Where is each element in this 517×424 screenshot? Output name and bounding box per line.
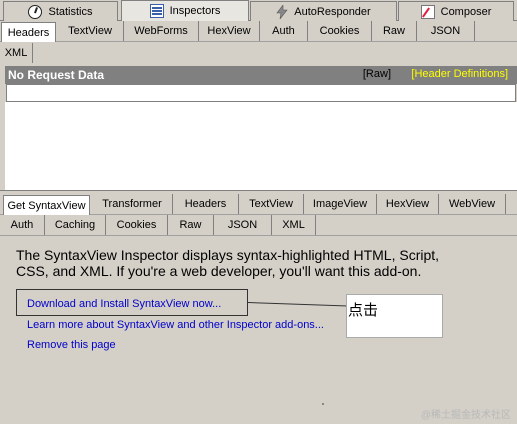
request-tab-cookies[interactable]: Cookies <box>308 21 372 41</box>
tab-composer[interactable]: Composer <box>398 1 514 21</box>
tab-autoresponder-label: AutoResponder <box>294 5 371 18</box>
response-tab-row: Get SyntaxView Transformer Headers TextV… <box>0 194 517 215</box>
stray-dot <box>322 403 324 405</box>
raw-link-label: Raw <box>365 68 388 80</box>
request-tab-headers[interactable]: Headers <box>1 22 56 42</box>
response-tab-hexview[interactable]: HexView <box>377 194 439 214</box>
request-line-field[interactable] <box>6 84 516 102</box>
response-tab-imageview[interactable]: ImageView <box>304 194 377 214</box>
stopwatch-icon <box>28 4 43 19</box>
header-definitions-link[interactable]: [Header Definitions] <box>411 68 508 80</box>
tab-composer-label: Composer <box>440 5 492 18</box>
tab-autoresponder[interactable]: AutoResponder <box>250 1 397 21</box>
request-tab-hexview[interactable]: HexView <box>199 21 260 41</box>
request-headers-area[interactable] <box>5 102 517 190</box>
response-tab-row-2: Auth Caching Cookies Raw JSON XML <box>0 215 517 236</box>
response-tab-raw[interactable]: Raw <box>168 215 214 235</box>
request-tab-webforms[interactable]: WebForms <box>124 21 199 41</box>
response-tab-webview[interactable]: WebView <box>439 194 506 214</box>
remove-page-link[interactable]: Remove this page <box>27 339 116 351</box>
response-tab-json[interactable]: JSON <box>214 215 272 235</box>
watermark: @稀土掘金技术社区 <box>420 410 511 421</box>
response-tab-get-syntaxview[interactable]: Get SyntaxView <box>3 195 90 215</box>
response-tab-caching[interactable]: Caching <box>45 215 106 235</box>
response-tab-auth[interactable]: Auth <box>0 215 45 235</box>
tab-inspectors[interactable]: Inspectors <box>121 0 249 21</box>
raw-link[interactable]: [Raw] <box>363 68 391 80</box>
request-tab-xml[interactable]: XML <box>0 43 33 63</box>
tab-statistics-label: Statistics <box>48 5 93 18</box>
request-tab-auth[interactable]: Auth <box>260 21 308 41</box>
download-syntaxview-link[interactable]: Download and Install SyntaxView now... <box>27 298 221 310</box>
composer-icon <box>420 4 435 19</box>
main-tab-bar: Statistics Inspectors AutoResponder Comp… <box>0 0 517 21</box>
response-tab-xml[interactable]: XML <box>272 215 316 235</box>
response-tab-transformer[interactable]: Transformer <box>92 194 173 214</box>
response-tab-cookies[interactable]: Cookies <box>106 215 168 235</box>
response-tab-headers[interactable]: Headers <box>173 194 239 214</box>
tab-inspectors-label: Inspectors <box>169 5 221 17</box>
syntaxview-description: The SyntaxView Inspector displays syntax… <box>16 247 440 279</box>
inspector-icon <box>149 4 164 18</box>
tab-statistics[interactable]: Statistics <box>3 1 118 21</box>
request-tab-textview[interactable]: TextView <box>57 21 124 41</box>
lightning-icon <box>276 4 288 19</box>
request-tab-raw[interactable]: Raw <box>372 21 417 41</box>
request-tab-row-2: XML <box>0 42 517 64</box>
request-tab-json[interactable]: JSON <box>417 21 475 41</box>
response-tab-textview[interactable]: TextView <box>239 194 304 214</box>
request-tab-row: Headers TextView WebForms HexView Auth C… <box>0 21 517 42</box>
request-title: No Request Data <box>8 68 105 82</box>
learn-more-link[interactable]: Learn more about SyntaxView and other In… <box>27 319 324 331</box>
request-header-bar: No Request Data [Raw] [Header Definition… <box>5 66 517 84</box>
annotation-note: 点击 <box>346 294 443 338</box>
